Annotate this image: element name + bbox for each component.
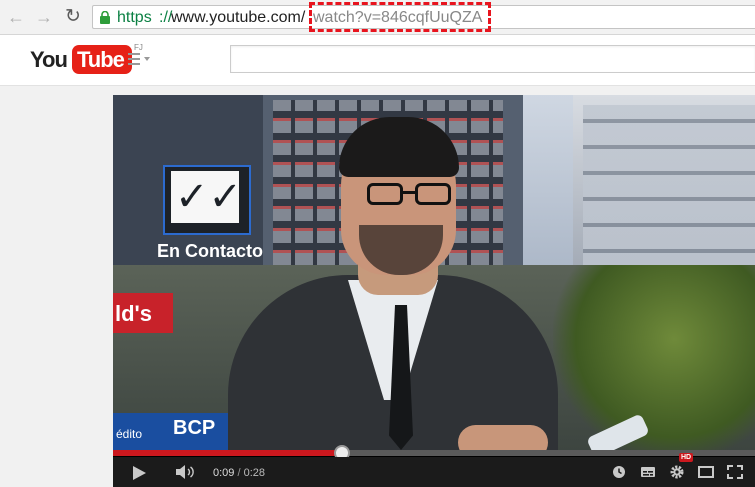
logo-you-text: You <box>30 47 68 72</box>
youtube-header: You Tube FJ <box>0 35 755 86</box>
current-time: 0:09 <box>213 467 235 479</box>
address-bar[interactable]: https :// www.youtube.com/ watch?v=846cq… <box>92 2 755 32</box>
caret-down-icon <box>144 57 150 61</box>
theater-mode-icon[interactable] <box>698 464 714 480</box>
search-input[interactable] <box>230 45 755 73</box>
volume-icon[interactable] <box>175 464 197 480</box>
play-icon[interactable] <box>133 466 146 480</box>
time-display: 0:09 / 0:28 <box>213 466 265 480</box>
forward-arrow-icon[interactable]: → <box>33 6 55 28</box>
hd-badge: HD <box>679 453 694 462</box>
time-separator: / <box>234 467 244 479</box>
video-person-glasses <box>367 183 457 207</box>
video-bank-sub-text: édito <box>116 427 143 441</box>
back-arrow-icon[interactable]: ← <box>5 6 27 28</box>
total-time: 0:28 <box>243 467 266 479</box>
guide-menu-button[interactable] <box>128 53 154 67</box>
video-logo-caption: En Contacto <box>157 241 263 261</box>
fullscreen-icon[interactable] <box>727 464 743 480</box>
video-bank-sign-text: BCP <box>173 417 216 439</box>
player-controls: 0:09 / 0:28 HD <box>113 453 755 487</box>
clock-icon[interactable] <box>611 464 627 480</box>
video-shop-sign-text: ld's <box>115 301 153 326</box>
video-building-right-windows <box>583 105 755 275</box>
progress-played <box>113 450 342 456</box>
lock-icon <box>100 11 110 24</box>
reload-icon[interactable]: ↻ <box>62 6 84 28</box>
browser-toolbar: ← → ↻ https :// www.youtube.com/ watch?v… <box>0 0 755 35</box>
video-frame[interactable]: ld's édito BCP ✓✓ En Contacto <box>113 95 755 450</box>
gear-icon[interactable] <box>669 464 685 480</box>
double-check-icon: ✓✓ <box>175 175 243 219</box>
url-scheme: https <box>117 9 152 26</box>
video-trees <box>553 265 755 450</box>
logo-tube-text: Tube <box>77 47 125 72</box>
url-path-highlight-box <box>309 2 491 32</box>
country-code: FJ <box>134 43 143 52</box>
url-domain: www.youtube.com/ <box>171 9 306 26</box>
hamburger-icon <box>128 53 154 65</box>
video-player[interactable]: ld's édito BCP ✓✓ En Contacto 0:09 / 0:2… <box>113 95 755 487</box>
video-person-hand <box>458 425 548 450</box>
captions-icon[interactable] <box>640 464 656 480</box>
